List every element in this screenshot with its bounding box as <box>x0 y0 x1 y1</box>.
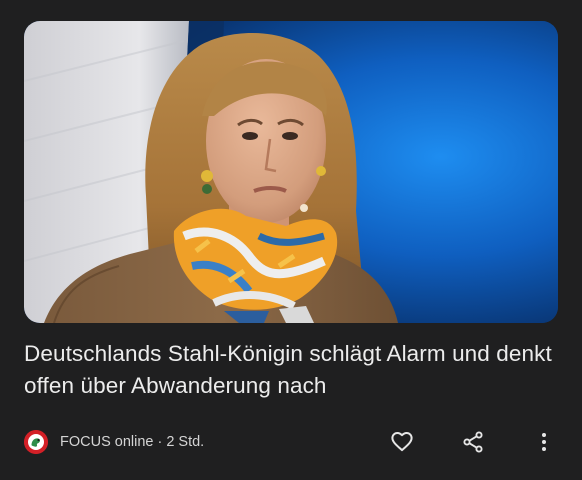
heart-outline-icon <box>391 432 413 452</box>
news-card[interactable]: Deutschlands Stahl-Königin schlägt Alarm… <box>0 0 582 480</box>
more-options-button[interactable] <box>528 426 560 458</box>
source-name[interactable]: FOCUS online <box>60 434 153 450</box>
more-vert-icon <box>542 433 546 451</box>
article-meta: FOCUS online · 2 Std. <box>24 428 204 456</box>
publish-age: 2 Std. <box>166 434 205 450</box>
article-image[interactable] <box>24 21 558 323</box>
like-button[interactable] <box>386 426 418 458</box>
share-button[interactable] <box>457 426 489 458</box>
meta-separator: · <box>157 434 163 450</box>
article-headline[interactable]: Deutschlands Stahl-Königin schlägt Alarm… <box>24 338 558 402</box>
focus-online-logo-icon <box>24 430 48 454</box>
article-photo <box>24 21 558 323</box>
share-icon <box>463 431 483 453</box>
